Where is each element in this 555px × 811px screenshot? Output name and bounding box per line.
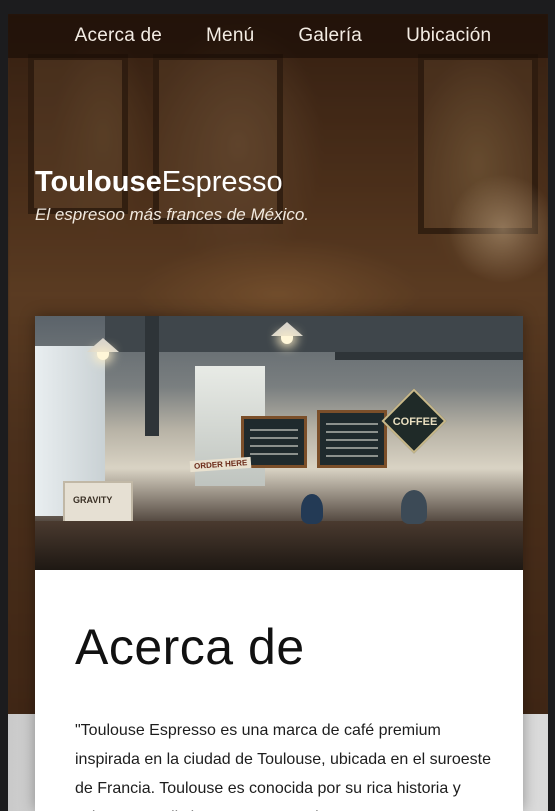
brand-title: ToulouseEspresso [35,166,283,199]
brand-bold: Toulouse [35,166,162,198]
photo-lamp [271,322,303,336]
photo-person [401,490,427,524]
photo-pipe [145,316,159,436]
menu-board [317,410,387,468]
brand-tagline: El espresoo más frances de México. [35,205,310,224]
crate-label: GRAVITY [73,495,113,505]
cafe-photo: COFFEE ORDER HERE GRAVITY [35,316,523,570]
nav-item-galeria[interactable]: Galería [298,25,362,47]
photo-bulb [97,352,109,360]
photo-counter [35,521,523,570]
photo-person [301,494,323,524]
main-nav: Acerca de Menú Galería Ubicación [8,14,548,58]
brand-light: Espresso [161,166,283,198]
nav-item-menu[interactable]: Menú [206,25,254,47]
coffee-sign-text: COFFEE [392,416,438,428]
about-heading: Acerca de [75,619,305,675]
photo-crate: GRAVITY [63,481,133,523]
nav-item-acerca[interactable]: Acerca de [75,25,162,47]
nav-item-ubicacion[interactable]: Ubicación [406,25,491,47]
about-card: COFFEE ORDER HERE GRAVITY Acerca de "Tou… [35,316,523,811]
about-body: "Toulouse Espresso es una marca de café … [75,722,491,811]
photo-ceiling [105,316,523,352]
photo-lamp [87,338,119,352]
page-frame: Acerca de Menú Galería Ubicación Toulous… [8,14,548,811]
photo-pipe [335,352,523,360]
